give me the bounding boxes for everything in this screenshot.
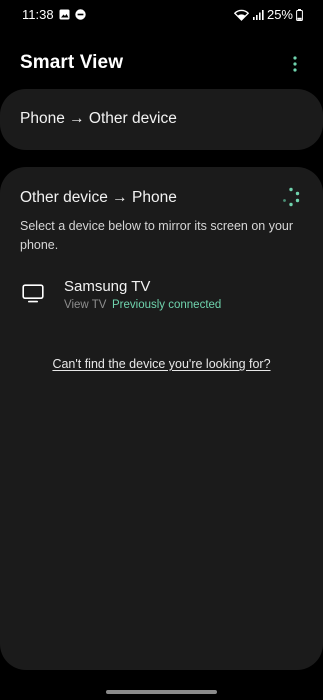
battery-icon [296, 8, 303, 21]
cant-find-device-link[interactable]: Can't find the device you're looking for… [0, 357, 323, 371]
page-title: Smart View [20, 52, 124, 73]
smart-view-screen: 11:38 25% Smart View Phone → Other devic… [0, 0, 323, 700]
more-options-button[interactable] [285, 52, 305, 76]
status-bar: 11:38 25% [0, 0, 323, 30]
other-device-to-phone-title: Other device → Phone [20, 189, 177, 206]
device-name: Samsung TV [64, 278, 151, 295]
status-bar-left: 11:38 [22, 7, 86, 22]
device-connection-status: Previously connected [112, 299, 222, 311]
wifi-icon [233, 9, 249, 21]
device-list-item-samsung-tv[interactable]: Samsung TV View TV Previously connected [0, 247, 323, 311]
minus-circle-icon [74, 9, 86, 20]
scanning-spinner-icon [283, 187, 300, 207]
gallery-notification-icon [59, 9, 70, 20]
other-device-to-phone-card: Other device → Phone Select a device bel… [0, 167, 323, 670]
status-time: 11:38 [22, 7, 54, 22]
app-header: Smart View [0, 44, 323, 84]
status-bar-right: 25% [233, 7, 303, 22]
battery-percentage: 25% [266, 7, 293, 22]
more-vertical-icon [293, 56, 297, 72]
device-type: View TV [64, 299, 107, 311]
tv-icon [22, 284, 44, 303]
signal-icon [252, 9, 264, 21]
phone-to-other-device-card[interactable]: Phone → Other device [0, 89, 323, 150]
home-indicator[interactable] [106, 690, 217, 694]
phone-to-other-device-label: Phone → Other device [20, 110, 177, 127]
